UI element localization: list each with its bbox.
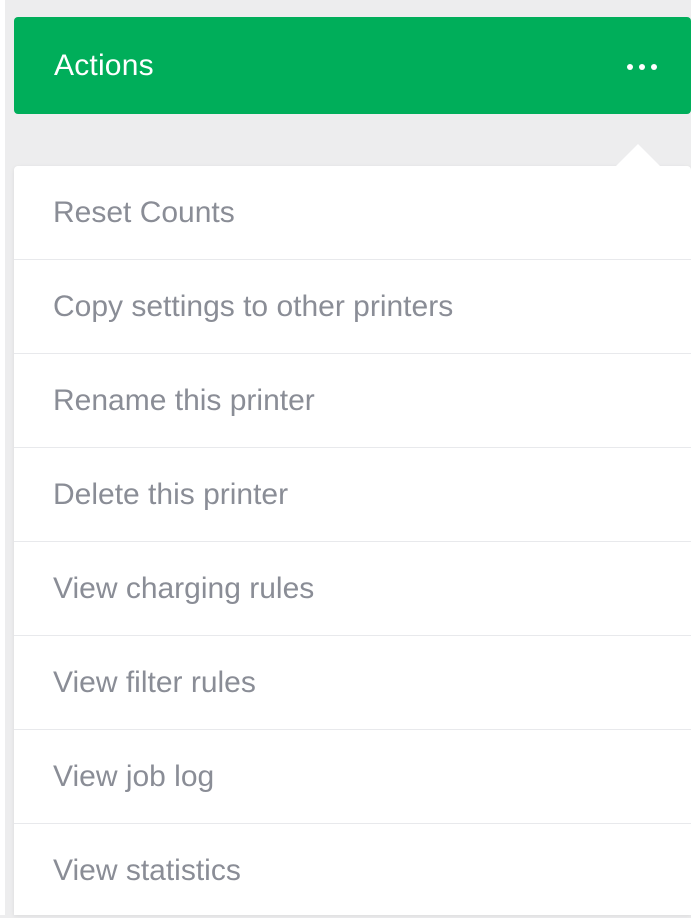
- menu-item-view-job-log[interactable]: View job log: [14, 730, 691, 824]
- menu-item-delete-printer[interactable]: Delete this printer: [14, 448, 691, 542]
- actions-title: Actions: [54, 49, 154, 82]
- dot: [639, 64, 645, 70]
- menu-item-view-statistics[interactable]: View statistics: [14, 824, 691, 918]
- menu-item-rename-printer[interactable]: Rename this printer: [14, 354, 691, 448]
- dot: [627, 64, 633, 70]
- actions-menu-list: Reset Counts Copy settings to other prin…: [14, 166, 691, 918]
- actions-dropdown-menu: Reset Counts Copy settings to other prin…: [14, 144, 691, 918]
- more-options-button[interactable]: [613, 45, 671, 89]
- page-edge: [0, 0, 5, 915]
- dropdown-caret: [616, 144, 660, 166]
- dot: [651, 64, 657, 70]
- menu-item-copy-settings[interactable]: Copy settings to other printers: [14, 260, 691, 354]
- menu-item-view-filter-rules[interactable]: View filter rules: [14, 636, 691, 730]
- menu-item-reset-counts[interactable]: Reset Counts: [14, 166, 691, 260]
- actions-header: Actions: [14, 17, 691, 114]
- more-horizontal-icon: [627, 64, 657, 70]
- menu-item-view-charging-rules[interactable]: View charging rules: [14, 542, 691, 636]
